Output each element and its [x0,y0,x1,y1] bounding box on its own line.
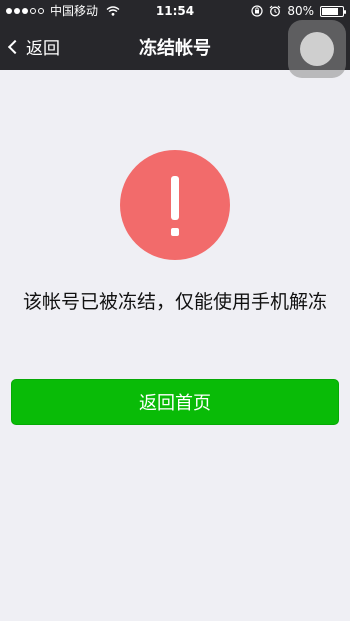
assistive-touch-icon [300,32,334,66]
exclamation-icon [120,150,230,260]
battery-icon [320,5,346,17]
battery-fill [322,7,338,15]
exclamation-point [171,228,179,236]
status-right: 80% [251,0,346,22]
assistive-touch-button[interactable] [288,20,346,78]
battery-percent: 80% [287,4,314,18]
lock-rotation-icon [251,5,263,17]
alarm-icon [269,5,281,17]
frozen-message: 该帐号已被冻结，仅能使用手机解冻 [22,291,327,313]
return-home-button[interactable]: 返回首页 [11,379,339,425]
exclamation-bar [171,176,179,220]
status-bar: 中国移动 11:54 80% [0,0,350,22]
